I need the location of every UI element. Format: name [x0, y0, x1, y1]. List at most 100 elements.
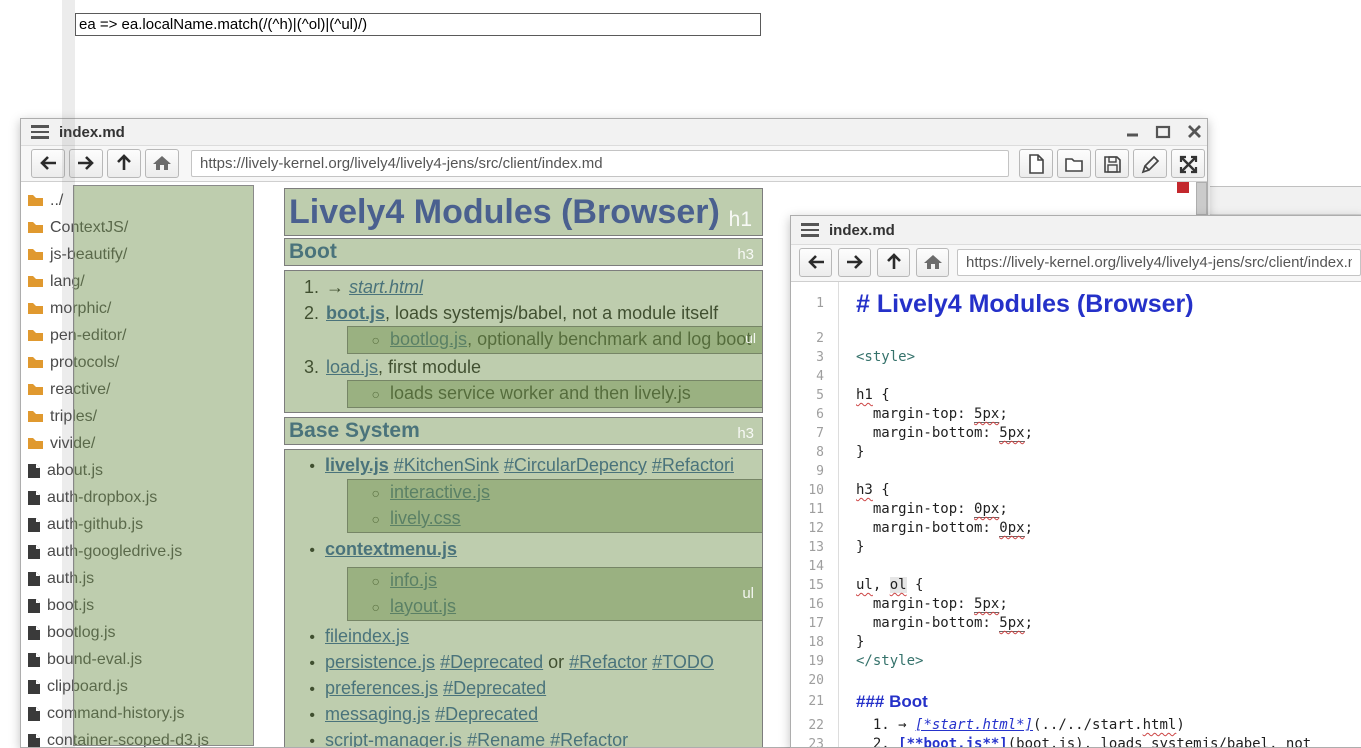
file-item[interactable]: auth.js [27, 565, 277, 592]
code-editor[interactable]: 1# Lively4 Modules (Browser)23<style>45h… [791, 282, 1361, 747]
minimize-button[interactable] [1125, 125, 1141, 139]
file-item[interactable]: clipboard.js [27, 673, 277, 700]
file-item[interactable]: command-history.js [27, 700, 277, 727]
file-item[interactable]: boot.js [27, 592, 277, 619]
link-tag[interactable]: #Rename [467, 730, 545, 748]
file-item[interactable]: about.js [27, 457, 277, 484]
link-info-js[interactable]: info.js [390, 570, 437, 590]
folder-item[interactable]: ../ [27, 187, 277, 214]
link-tag[interactable]: #Deprecated [443, 678, 546, 698]
list-item: •messaging.js #Deprecated [285, 702, 762, 728]
link-boot-js[interactable]: boot.js [326, 303, 385, 323]
code-line[interactable]: 3<style> [791, 348, 1361, 367]
up-button[interactable] [877, 248, 910, 277]
file-icon [27, 463, 41, 479]
folder-item[interactable]: ContextJS/ [27, 214, 277, 241]
code-line[interactable]: 2 [791, 329, 1361, 348]
code-line[interactable]: 9 [791, 462, 1361, 481]
link-start-html[interactable]: start.html [349, 277, 423, 297]
folder-item[interactable]: lang/ [27, 268, 277, 295]
code-line[interactable]: 22 1. → [*start.html*](../../start.html) [791, 716, 1361, 735]
file-item[interactable]: auth-dropbox.js [27, 484, 277, 511]
folder-item[interactable]: pen-editor/ [27, 322, 277, 349]
link-persistence-js[interactable]: persistence.js [325, 652, 435, 672]
code-line[interactable]: 21### Boot [791, 690, 1361, 716]
code-line[interactable]: 16 margin-top: 5px; [791, 595, 1361, 614]
link-tag[interactable]: #Refactori [652, 455, 734, 475]
folder-item[interactable]: triples/ [27, 403, 277, 430]
code-line[interactable]: 6 margin-top: 5px; [791, 405, 1361, 424]
maximize-button[interactable] [1155, 125, 1171, 139]
link-preferences-js[interactable]: preferences.js [325, 678, 438, 698]
link-interactive-js[interactable]: interactive.js [390, 482, 490, 502]
code-line[interactable]: 4 [791, 367, 1361, 386]
link-tag[interactable]: #KitchenSink [394, 455, 499, 475]
code-line[interactable]: 14 [791, 557, 1361, 576]
edit-pencil-button[interactable] [1133, 149, 1167, 178]
link-contextmenu-js[interactable]: contextmenu.js [325, 539, 457, 559]
back-button[interactable] [799, 248, 832, 277]
link-tag[interactable]: #Deprecated [440, 652, 543, 672]
home-button[interactable] [145, 149, 179, 178]
scrollbar-thumb[interactable] [1196, 182, 1207, 215]
file-item[interactable]: auth-github.js [27, 511, 277, 538]
code-line[interactable]: 7 margin-bottom: 5px; [791, 424, 1361, 443]
home-button[interactable] [916, 248, 949, 277]
back-button[interactable] [31, 149, 65, 178]
menu-icon[interactable] [31, 125, 49, 140]
link-tag[interactable]: #Refactor [569, 652, 647, 672]
link-layout-js[interactable]: layout.js [390, 596, 456, 616]
link-fileindex-js[interactable]: fileindex.js [325, 626, 409, 646]
link-tag[interactable]: #Refactor [550, 730, 628, 748]
up-button[interactable] [107, 149, 141, 178]
file-item[interactable]: container-scoped-d3.js [27, 727, 277, 748]
link-script-manager-js[interactable]: script-manager.js [325, 730, 462, 748]
tag-label-h3: h3 [737, 242, 754, 268]
list-item: ○info.js [348, 568, 762, 594]
file-item[interactable]: bound-eval.js [27, 646, 277, 673]
link-lively-css[interactable]: lively.css [390, 508, 461, 528]
new-file-button[interactable] [1019, 149, 1053, 178]
folder-item[interactable]: js-beautify/ [27, 241, 277, 268]
expand-button[interactable] [1171, 149, 1205, 178]
code-line[interactable]: 15ul, ol { [791, 576, 1361, 595]
folder-item[interactable]: morphic/ [27, 295, 277, 322]
tag-label-h1: h1 [729, 197, 752, 243]
close-button[interactable] [1187, 125, 1203, 139]
folder-item[interactable]: reactive/ [27, 376, 277, 403]
code-text: 2. [**boot.js**](boot.js), loads systemj… [838, 735, 1311, 747]
link-bootlog-js[interactable]: bootlog.js [390, 329, 467, 349]
save-button[interactable] [1095, 149, 1129, 178]
element-filter-input[interactable] [75, 13, 761, 36]
titlebar: index.md [21, 119, 1207, 146]
folder-item[interactable]: protocols/ [27, 349, 277, 376]
code-line[interactable]: 8} [791, 443, 1361, 462]
code-line[interactable]: 11 margin-top: 0px; [791, 500, 1361, 519]
folder-button[interactable] [1057, 149, 1091, 178]
code-line[interactable]: 19</style> [791, 652, 1361, 671]
file-item[interactable]: bootlog.js [27, 619, 277, 646]
forward-button[interactable] [69, 149, 103, 178]
link-tag[interactable]: #CircularDepency [504, 455, 647, 475]
link-load-js[interactable]: load.js [326, 357, 378, 377]
code-line[interactable]: 10h3 { [791, 481, 1361, 500]
code-line[interactable]: 5h1 { [791, 386, 1361, 405]
code-line[interactable]: 17 margin-bottom: 5px; [791, 614, 1361, 633]
code-line[interactable]: 18} [791, 633, 1361, 652]
forward-button[interactable] [838, 248, 871, 277]
code-line[interactable]: 12 margin-bottom: 0px; [791, 519, 1361, 538]
file-item[interactable]: auth-googledrive.js [27, 538, 277, 565]
url-input[interactable] [191, 150, 1009, 177]
link-lively-js[interactable]: lively.js [325, 455, 389, 475]
menu-icon[interactable] [801, 223, 819, 238]
link-tag[interactable]: #TODO [652, 652, 714, 672]
code-line[interactable]: 23 2. [**boot.js**](boot.js), loads syst… [791, 735, 1361, 747]
code-line[interactable]: 1# Lively4 Modules (Browser) [791, 287, 1361, 329]
folder-item[interactable]: vivide/ [27, 430, 277, 457]
code-line[interactable]: 20 [791, 671, 1361, 690]
code-text: 1. → [*start.html*](../../start.html) [838, 716, 1185, 735]
url-input[interactable] [957, 249, 1361, 276]
code-line[interactable]: 13} [791, 538, 1361, 557]
link-messaging-js[interactable]: messaging.js [325, 704, 430, 724]
link-tag[interactable]: #Deprecated [435, 704, 538, 724]
